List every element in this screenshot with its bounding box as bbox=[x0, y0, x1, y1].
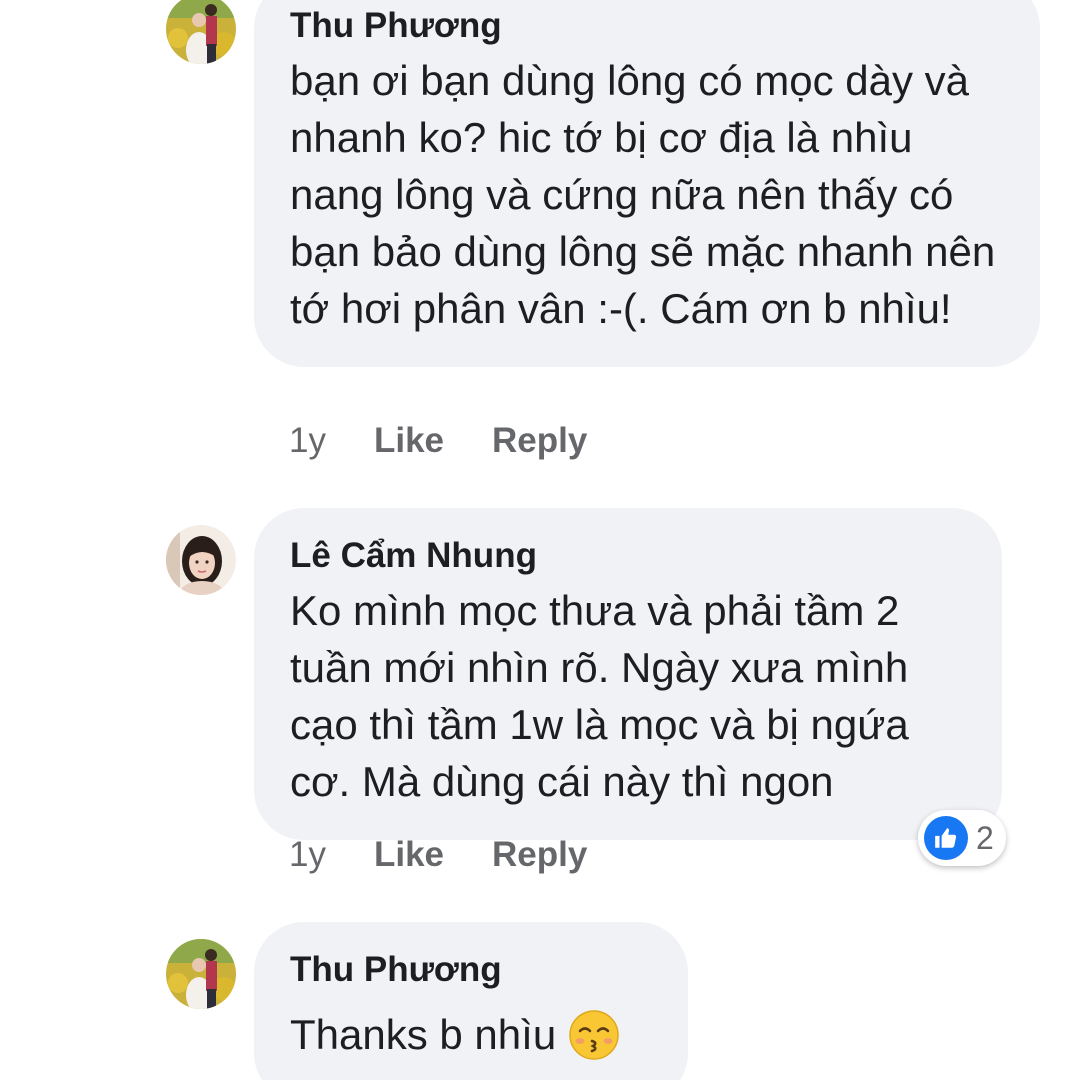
comment-bubble: Thu Phương Thanks b nhìu bbox=[254, 922, 688, 1080]
comment-bubble: Lê Cẩm Nhung Ko mình mọc thưa và phải tầ… bbox=[254, 508, 1002, 840]
comment-text: bạn ơi bạn dùng lông có mọc dày và nhanh… bbox=[290, 57, 996, 332]
comment-actions: 1y Like Reply bbox=[289, 830, 587, 880]
author-name[interactable]: Thu Phương bbox=[290, 4, 1004, 48]
comment-bubble: Thu Phương bạn ơi bạn dùng lông có mọc d… bbox=[254, 0, 1040, 367]
comment-thread: Thu Phương bạn ơi bạn dùng lông có mọc d… bbox=[0, 0, 1080, 1080]
avatar[interactable] bbox=[166, 939, 236, 1009]
reply-button[interactable]: Reply bbox=[492, 416, 587, 466]
author-name[interactable]: Thu Phương bbox=[290, 948, 652, 992]
timestamp[interactable]: 1y bbox=[289, 830, 326, 880]
comment-actions: 1y Like Reply bbox=[289, 416, 587, 466]
kissing-face-emoji-icon bbox=[568, 1009, 620, 1061]
comment-text: Ko mình mọc thưa và phải tầm 2 tuần mới … bbox=[290, 587, 909, 805]
reaction-count: 2 bbox=[976, 819, 994, 856]
comment-text: Thanks b nhìu bbox=[290, 1006, 652, 1063]
avatar[interactable] bbox=[166, 525, 236, 595]
thumbs-up-icon bbox=[924, 816, 968, 860]
timestamp[interactable]: 1y bbox=[289, 416, 326, 466]
like-button[interactable]: Like bbox=[374, 416, 444, 466]
avatar[interactable] bbox=[166, 0, 236, 64]
author-name[interactable]: Lê Cẩm Nhung bbox=[290, 534, 966, 578]
like-button[interactable]: Like bbox=[374, 830, 444, 880]
reply-button[interactable]: Reply bbox=[492, 830, 587, 880]
reaction-badge[interactable]: 2 bbox=[918, 810, 1006, 866]
comment-text-content: Thanks b nhìu bbox=[290, 1011, 557, 1058]
